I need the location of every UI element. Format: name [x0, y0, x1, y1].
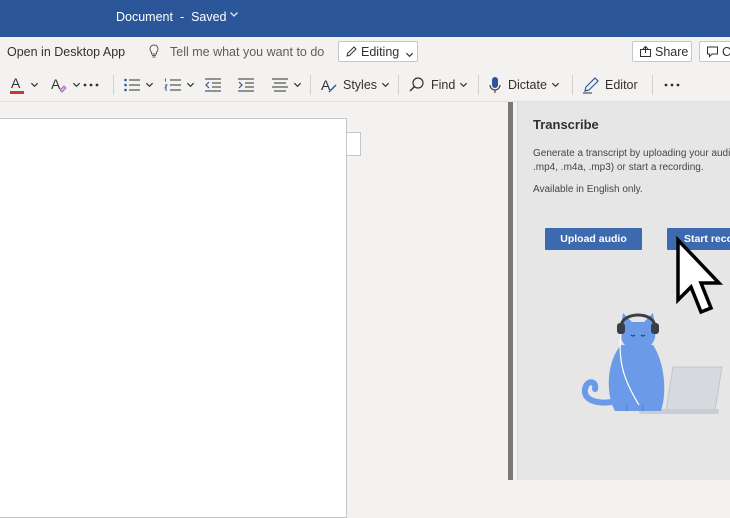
more-options-button[interactable] — [663, 68, 681, 101]
lightbulb-icon — [148, 44, 160, 61]
document-page[interactable] — [0, 118, 347, 518]
tell-me-search-input[interactable]: Tell me what you want to do — [170, 45, 324, 59]
bullets-button[interactable] — [123, 68, 154, 101]
share-button[interactable]: Share — [632, 41, 692, 62]
editor-icon — [583, 76, 599, 93]
decrease-indent-button[interactable] — [204, 68, 222, 101]
toolbar-divider — [310, 75, 311, 95]
chevron-down-icon — [186, 82, 195, 88]
dictate-label: Dictate — [508, 77, 547, 92]
chevron-down-icon — [72, 82, 81, 88]
title-separator: - — [179, 10, 185, 24]
pencil-icon — [345, 45, 358, 63]
font-color-icon: A — [10, 75, 24, 94]
document-title[interactable]: Document - Saved — [116, 10, 227, 24]
more-icon — [83, 83, 99, 86]
formatting-toolbar: A A A Styles Find Dictate Editor — [0, 68, 730, 102]
document-scrollbar[interactable] — [508, 102, 513, 480]
toolbar-divider — [113, 75, 114, 95]
find-button[interactable]: Find — [408, 68, 468, 101]
text-effects-icon: A — [51, 76, 67, 93]
bullets-icon — [124, 78, 140, 91]
more-font-options-button[interactable] — [82, 68, 100, 101]
dictate-button[interactable]: Dictate — [487, 68, 560, 101]
increase-indent-icon — [238, 78, 254, 91]
toolbar-divider — [478, 75, 479, 95]
styles-button[interactable]: A Styles — [320, 68, 390, 101]
title-bar: Document - Saved — [0, 0, 730, 37]
document-name: Document — [116, 10, 173, 24]
chevron-down-icon — [293, 82, 302, 88]
editor-label: Editor — [605, 77, 638, 92]
comments-button[interactable]: C — [699, 41, 730, 62]
chevron-down-icon — [460, 82, 468, 88]
ribbon-top: Open in Desktop App Tell me what you wan… — [0, 37, 730, 68]
toolbar-divider — [398, 75, 399, 95]
styles-icon: A — [321, 77, 337, 93]
chevron-down-icon — [381, 82, 390, 88]
pane-title: Transcribe — [533, 117, 599, 132]
editing-label: Editing — [361, 45, 400, 59]
upload-audio-button[interactable]: Upload audio — [545, 228, 642, 250]
toolbar-divider — [572, 75, 573, 95]
editor-button[interactable]: Editor — [582, 68, 638, 101]
pane-description: Generate a transcript by uploading your … — [533, 148, 730, 173]
microphone-icon — [489, 76, 501, 93]
cat-with-headphones-illustration — [577, 305, 730, 422]
share-label: Share — [655, 45, 689, 59]
numbering-icon — [164, 78, 181, 90]
chevron-down-icon[interactable] — [229, 9, 239, 22]
page-margin-tab — [347, 132, 361, 156]
language-note: Available in English only. — [533, 184, 643, 195]
align-button[interactable] — [271, 68, 302, 101]
text-effects-button[interactable]: A — [50, 68, 81, 101]
styles-label: Styles — [343, 77, 378, 92]
search-icon — [409, 76, 424, 91]
more-icon — [664, 83, 680, 86]
share-icon — [639, 45, 652, 63]
chevron-down-icon — [551, 82, 559, 88]
numbering-button[interactable] — [164, 68, 195, 101]
toolbar-divider — [652, 75, 653, 95]
find-label: Find — [431, 77, 456, 92]
font-color-button[interactable]: A — [8, 68, 39, 101]
document-canvas — [0, 102, 510, 518]
svg-text:A: A — [11, 75, 21, 91]
chevron-down-icon — [145, 82, 154, 88]
increase-indent-button[interactable] — [237, 68, 255, 101]
editing-mode-button[interactable]: Editing — [338, 41, 418, 62]
align-icon — [272, 78, 288, 91]
comments-label: C — [722, 45, 730, 59]
chevron-down-icon — [405, 46, 414, 64]
svg-text:A: A — [51, 76, 61, 92]
comment-icon — [706, 45, 719, 63]
chevron-down-icon — [30, 82, 39, 88]
decrease-indent-icon — [205, 78, 221, 91]
save-status: Saved — [191, 10, 227, 24]
open-desktop-app-button[interactable]: Open in Desktop App — [7, 45, 125, 59]
